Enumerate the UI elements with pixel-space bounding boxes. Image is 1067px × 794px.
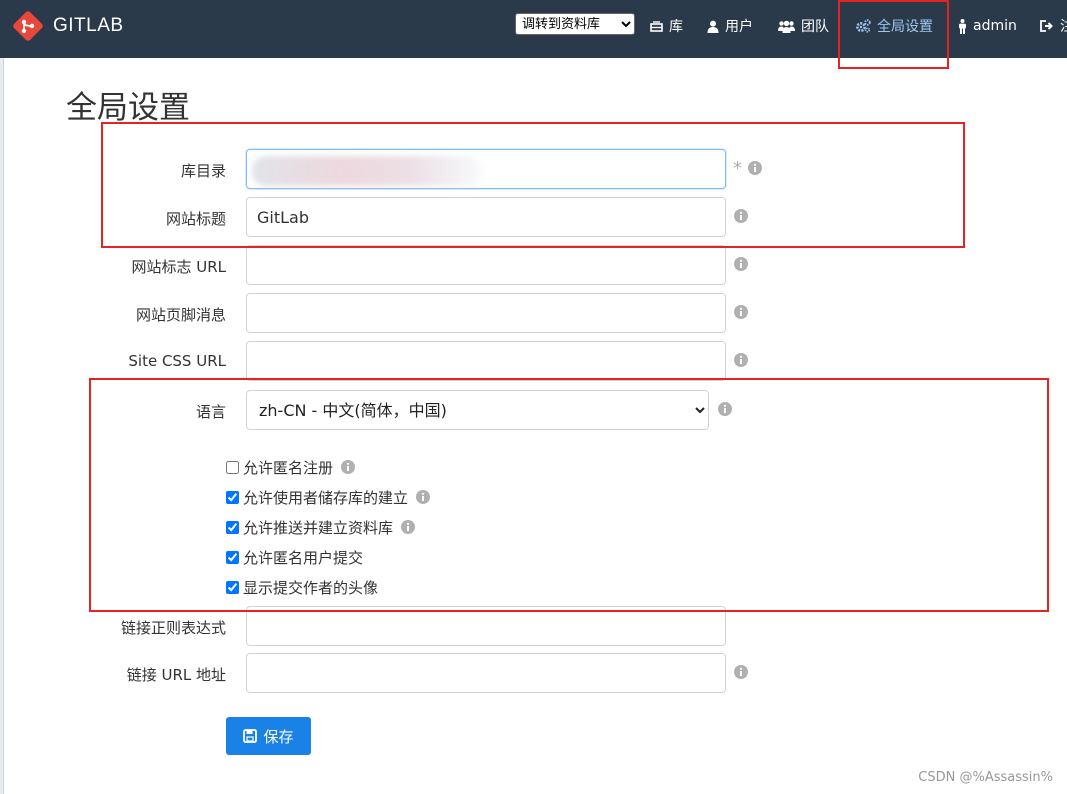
annotation-box-language-options [89,378,1049,612]
annotation-box-settings-nav [838,0,949,69]
site-css-url-input[interactable] [246,341,726,381]
link-url-input[interactable] [246,653,726,693]
gitlab-logo-icon [13,11,43,41]
user-icon [707,20,719,33]
nav-item-users-label: 用户 [725,19,753,35]
site-logo-url-info-icon[interactable] [734,257,748,271]
nav-item-sign-out-label: 注 [1060,16,1067,36]
save-button[interactable]: 保存 [226,717,311,755]
link-url-label: 链接 URL 地址 [126,666,226,684]
nav-item-repos[interactable]: 库 [650,14,683,38]
male-icon [959,18,966,34]
site-css-url-label: Site CSS URL [128,352,226,370]
page: GITLAB 调转到资料库 库 用户 团队 全局设置 admin 全局设置 库目… [0,0,1067,794]
nav-item-users[interactable]: 用户 [707,14,753,38]
link-url-info-icon[interactable] [734,665,748,679]
save-button-label: 保存 [263,727,294,746]
site-footer-info-icon[interactable] [734,305,748,319]
repo-icon [650,20,663,32]
nav-item-teams-label: 团队 [801,19,829,35]
site-logo-url-label: 网站标志 URL [131,258,226,276]
brand[interactable]: GITLAB [12,10,124,42]
brand-name: GITLAB [53,15,124,36]
nav-item-admin[interactable]: admin [958,14,1017,38]
nav-item-sign-out[interactable]: 注 [1040,14,1067,38]
nav-item-repos-label: 库 [669,19,683,35]
team-icon [778,20,795,33]
sign-out-icon [1040,20,1053,32]
site-footer-label: 网站页脚消息 [135,306,226,324]
nav-item-teams[interactable]: 团队 [778,14,829,38]
site-css-url-info-icon[interactable] [734,353,748,367]
site-logo-url-input[interactable] [246,245,726,285]
left-window-edge [0,58,4,794]
site-footer-input[interactable] [246,293,726,333]
link-regex-label: 链接正则表达式 [120,619,226,637]
nav-item-admin-label: admin [973,18,1017,34]
save-icon [243,729,258,743]
repo-jump-select[interactable]: 调转到资料库 [515,13,635,35]
watermark: CSDN @%Assassin% [918,770,1053,785]
link-regex-input[interactable] [246,606,726,646]
page-title: 全局设置 [66,90,190,126]
annotation-box-basic-fields [101,122,965,248]
